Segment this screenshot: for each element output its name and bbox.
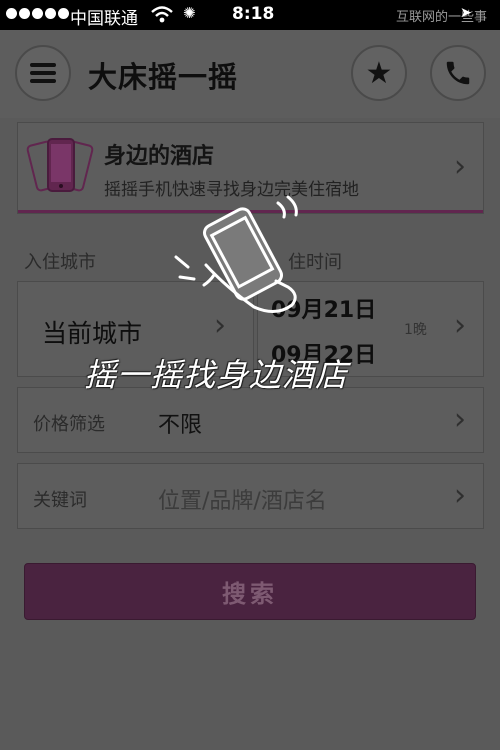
status-time: 8:18 xyxy=(232,4,275,24)
chevron-right-icon: › xyxy=(454,149,466,184)
price-filter-value: 不限 xyxy=(158,413,203,438)
page-title: 大床摇一摇 xyxy=(88,60,239,94)
carrier-name: 中国联通 xyxy=(70,9,138,29)
chevron-right-icon: › xyxy=(454,478,466,513)
shake-prompt-text: 摇一摇找身边酒店 xyxy=(84,356,349,394)
status-bar: 中国联通 ✺ 8:18 互联网的一些事 ➤ xyxy=(0,0,500,30)
favorite-button[interactable]: ★ xyxy=(351,45,407,101)
nearby-hotels-title: 身边的酒店 xyxy=(104,144,215,169)
signal-strength-icon xyxy=(6,8,69,19)
keyword-input[interactable]: 位置/品牌/酒店名 xyxy=(158,483,327,515)
price-filter-row[interactable]: 价格筛选 不限 › xyxy=(17,387,484,453)
keyword-row[interactable]: 关键词 位置/品牌/酒店名 › xyxy=(17,463,484,529)
nights-count: 1晚 xyxy=(404,322,427,338)
menu-button[interactable] xyxy=(15,45,71,101)
chevron-right-icon: › xyxy=(454,308,466,343)
wifi-icon xyxy=(150,4,174,29)
app-header: 大床摇一摇 ★ xyxy=(0,30,500,118)
location-arrow-icon: ➤ xyxy=(460,5,472,21)
search-button[interactable]: 搜索 xyxy=(24,563,476,620)
hamburger-icon xyxy=(30,63,56,83)
shaking-phone-icon xyxy=(26,138,94,192)
hand-shaking-phone-icon xyxy=(174,195,298,313)
call-button[interactable] xyxy=(430,45,486,101)
checkin-city-label: 入住城市 xyxy=(24,252,96,273)
keyword-label: 关键词 xyxy=(33,490,87,511)
price-filter-label: 价格筛选 xyxy=(33,414,105,435)
city-value: 当前城市 xyxy=(42,319,143,348)
chevron-right-icon: › xyxy=(454,402,466,437)
phone-icon xyxy=(446,61,470,85)
star-icon: ★ xyxy=(365,55,393,91)
watermark-text: 互联网的一些事 xyxy=(396,10,488,25)
loading-spinner-icon: ✺ xyxy=(183,4,196,22)
